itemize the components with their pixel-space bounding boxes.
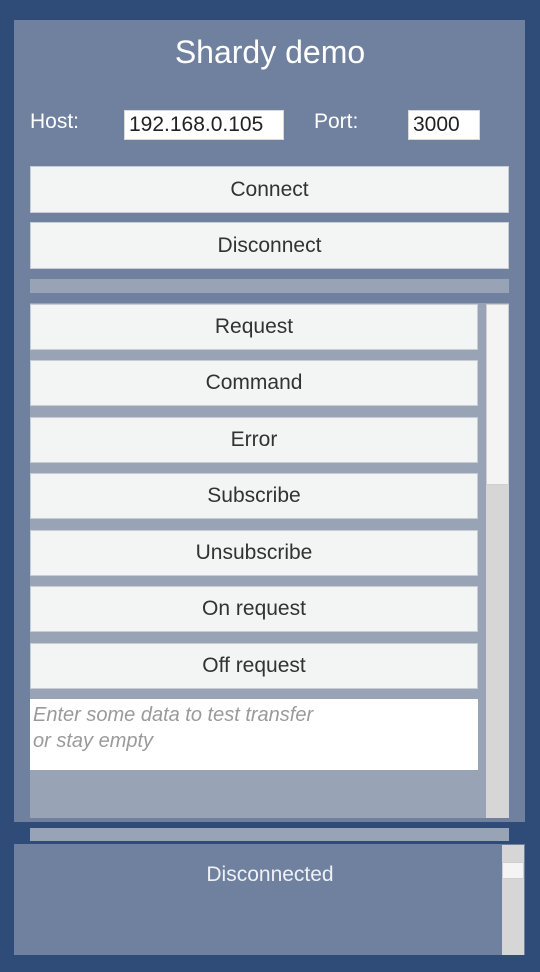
- unsubscribe-button-label: Unsubscribe: [195, 541, 313, 564]
- host-label: Host:: [30, 110, 80, 133]
- status-text: Disconnected: [206, 863, 334, 886]
- port-label: Port:: [314, 110, 359, 133]
- connect-button[interactable]: Connect: [30, 166, 509, 213]
- data-input[interactable]: Enter some data to test transfer or stay…: [30, 699, 478, 770]
- connect-button-label: Connect: [230, 178, 309, 201]
- disconnect-button[interactable]: Disconnect: [30, 222, 509, 269]
- off-request-button[interactable]: Off request: [30, 643, 478, 689]
- command-button-label: Command: [205, 371, 303, 394]
- status-scrollbar-thumb[interactable]: [502, 862, 524, 879]
- on-request-button-label: On request: [202, 597, 306, 620]
- request-button[interactable]: Request: [30, 304, 478, 350]
- subscribe-button[interactable]: Subscribe: [30, 473, 478, 519]
- on-request-button[interactable]: On request: [30, 586, 478, 632]
- command-button[interactable]: Command: [30, 360, 478, 406]
- port-input[interactable]: [408, 110, 480, 140]
- horizontal-scrollbar-bottom[interactable]: [30, 828, 509, 841]
- error-button-label: Error: [230, 428, 278, 451]
- subscribe-button-label: Subscribe: [207, 484, 301, 507]
- unsubscribe-button[interactable]: Unsubscribe: [30, 530, 478, 576]
- error-button[interactable]: Error: [30, 417, 478, 463]
- page-title: Shardy demo: [174, 34, 366, 70]
- actions-scrollbar-thumb[interactable]: [486, 304, 509, 485]
- host-input[interactable]: [124, 110, 284, 140]
- disconnect-button-label: Disconnect: [217, 234, 322, 257]
- off-request-button-label: Off request: [202, 654, 306, 677]
- horizontal-scrollbar-top[interactable]: [30, 279, 509, 293]
- request-button-label: Request: [214, 315, 294, 338]
